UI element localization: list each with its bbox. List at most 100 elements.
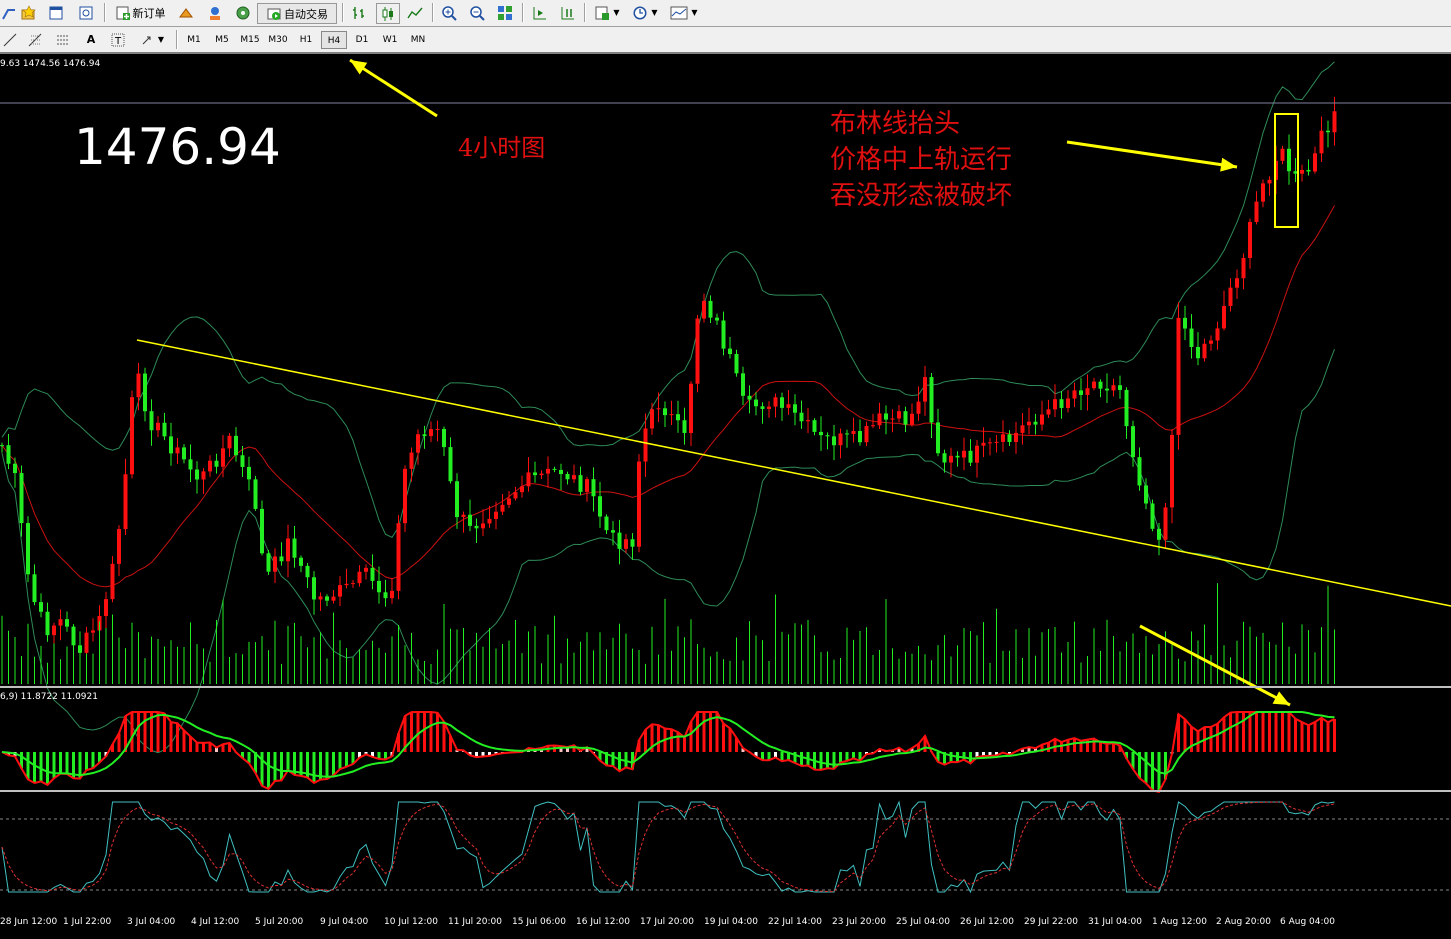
timeframe-m30[interactable]: M30 xyxy=(265,31,291,49)
candle-body xyxy=(682,420,687,433)
candle-body xyxy=(0,445,4,447)
candle-body xyxy=(266,553,271,572)
candle-body xyxy=(331,596,336,601)
candle-body xyxy=(715,317,719,321)
candle-body xyxy=(58,619,63,626)
candle-body xyxy=(1001,434,1005,442)
candle-body xyxy=(84,632,89,653)
candle-body xyxy=(591,479,596,497)
bar-chart-icon[interactable] xyxy=(348,3,370,22)
candle-body xyxy=(513,492,518,499)
line-tool-icon[interactable] xyxy=(2,30,18,49)
timeframe-w1[interactable]: W1 xyxy=(377,31,403,49)
time-axis-label: 28 Jun 12:00 xyxy=(0,917,58,927)
text-label-icon[interactable]: T xyxy=(106,30,130,49)
candle-body xyxy=(474,525,479,529)
timeframe-m15[interactable]: M15 xyxy=(237,31,263,49)
candle-body xyxy=(247,466,251,480)
line-chart-icon[interactable] xyxy=(404,3,426,22)
data-window-icon[interactable] xyxy=(204,3,226,22)
candlestick-chart-icon[interactable] xyxy=(376,3,400,24)
text-tool-icon[interactable]: A xyxy=(80,30,102,49)
candle-body xyxy=(448,447,453,482)
candle-body xyxy=(344,583,349,586)
candle-body xyxy=(728,348,732,355)
candle-body xyxy=(630,539,635,547)
new-order-label: 新订单 xyxy=(132,6,166,20)
time-axis-label: 31 Jul 04:00 xyxy=(1088,917,1142,927)
candle-body xyxy=(455,481,459,518)
candle-body xyxy=(897,411,901,419)
time-axis-label: 16 Jul 12:00 xyxy=(576,917,630,927)
arrows-dropdown[interactable]: ▼ xyxy=(136,30,168,49)
candle-body xyxy=(955,455,960,458)
candle-body xyxy=(1196,346,1200,359)
candle-body xyxy=(19,473,24,524)
timeframe-h1[interactable]: H1 xyxy=(293,31,319,49)
candle-body xyxy=(227,435,232,449)
zoom-out-icon[interactable] xyxy=(466,3,488,22)
candle-body xyxy=(1046,409,1051,415)
candle-body xyxy=(572,475,576,480)
candle-body xyxy=(429,429,433,437)
candle-body xyxy=(1306,169,1311,172)
candle-body xyxy=(1228,287,1233,307)
tile-windows-icon[interactable] xyxy=(494,3,516,22)
annotation-line-1: 布林线抬头 xyxy=(830,109,961,139)
candle-body xyxy=(962,450,966,458)
svg-text:T: T xyxy=(114,36,122,47)
channel-icon[interactable] xyxy=(52,30,74,49)
candle-body xyxy=(942,453,947,463)
candle-body xyxy=(767,406,771,409)
timeframe-mn[interactable]: MN xyxy=(405,31,431,49)
candle-body xyxy=(1313,153,1317,172)
candle-body xyxy=(773,397,778,407)
chart-area[interactable] xyxy=(0,54,1451,935)
candle-body xyxy=(903,411,908,425)
auto-trading-button[interactable]: 自动交易 xyxy=(257,3,337,24)
chart-shift-icon[interactable] xyxy=(528,3,550,22)
candle-body xyxy=(546,468,550,474)
panel-divider xyxy=(0,790,1451,792)
timeframe-d1[interactable]: D1 xyxy=(349,31,375,49)
candle-body xyxy=(1248,221,1252,258)
fibonacci-icon[interactable] xyxy=(24,30,46,49)
market-watch-icon[interactable] xyxy=(175,3,197,22)
window-icon[interactable] xyxy=(46,3,66,22)
candle-body xyxy=(208,460,212,472)
macd-signal-line xyxy=(1,711,1335,778)
candle-body xyxy=(526,472,531,487)
timeframe-h4[interactable]: H4 xyxy=(321,31,347,49)
indicators-dropdown[interactable]: ▼ xyxy=(590,3,624,22)
candle-body xyxy=(988,442,992,444)
price-chart[interactable] xyxy=(0,54,1451,935)
navigator-icon[interactable] xyxy=(232,3,254,22)
new-order-button[interactable]: 新订单 xyxy=(110,3,170,22)
candle-body xyxy=(351,583,355,585)
candle-body xyxy=(1267,179,1272,184)
candle-body xyxy=(422,434,427,437)
new-chart-icon[interactable] xyxy=(2,3,16,22)
candle-body xyxy=(624,539,628,549)
candle-body xyxy=(1209,340,1213,344)
zoom-in-icon[interactable] xyxy=(438,3,460,22)
candle-body xyxy=(461,514,466,518)
autoscroll-icon[interactable] xyxy=(556,3,578,22)
templates-dropdown[interactable]: ▼ xyxy=(666,3,702,22)
timeframe-m1[interactable]: M1 xyxy=(181,31,207,49)
candle-body xyxy=(169,436,173,454)
candle-body xyxy=(468,514,472,526)
ohlc-header: 9.63 1474.56 1476.94 xyxy=(0,59,101,69)
bollinger-middle-band xyxy=(1,205,1335,588)
candle-body xyxy=(260,508,264,554)
candle-body xyxy=(32,574,37,603)
candle-body xyxy=(312,577,316,600)
candle-body xyxy=(910,413,914,425)
time-axis-label: 11 Jul 20:00 xyxy=(448,917,502,927)
candle-body xyxy=(1092,381,1096,389)
periods-dropdown[interactable]: ▼ xyxy=(628,3,662,22)
timeframe-m5[interactable]: M5 xyxy=(209,31,235,49)
candle-body xyxy=(299,557,303,566)
zoom-window-icon[interactable] xyxy=(76,3,96,22)
profiles-icon[interactable] xyxy=(18,3,38,22)
